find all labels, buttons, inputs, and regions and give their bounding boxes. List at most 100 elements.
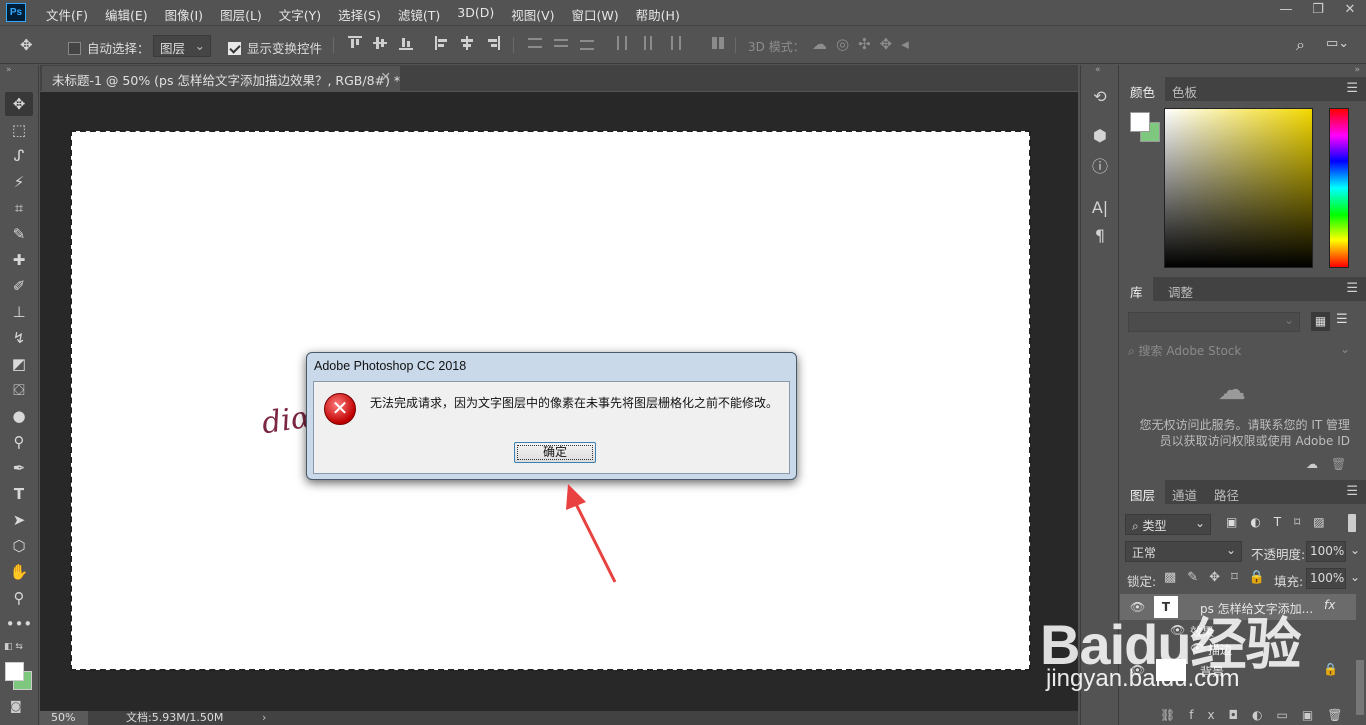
layer-footer-icons[interactable]: ⛓fx◘◐▭▣🗑 (1160, 708, 1356, 722)
menu-window[interactable]: 窗口(W) (572, 5, 619, 24)
blur-tool-icon[interactable]: ● (5, 404, 33, 428)
quick-mask-icon[interactable]: ◙ (10, 699, 22, 713)
ok-button[interactable]: 确定 (514, 442, 596, 463)
menu-file[interactable]: 文件(F) (46, 5, 88, 24)
tab-adjustments[interactable]: 调整 (1158, 277, 1203, 301)
history-panel-icon[interactable]: ⟲ (1090, 87, 1110, 107)
more-tools-icon[interactable]: ••• (5, 612, 33, 636)
character-panel-icon[interactable]: A| (1090, 198, 1110, 218)
panel-menu-icon[interactable]: ☰ (1346, 484, 1358, 499)
tab-layers[interactable]: 图层 (1120, 480, 1166, 504)
tab-libraries[interactable]: 库 (1120, 277, 1153, 301)
color-picker-field[interactable] (1164, 108, 1313, 268)
scrollbar[interactable] (1356, 660, 1364, 715)
healing-brush-tool-icon[interactable]: ✚ (5, 248, 33, 272)
fx-badge[interactable]: fx (1324, 598, 1335, 612)
menu-select[interactable]: 选择(S) (338, 5, 381, 24)
3d-panel-icon[interactable]: ⬢ (1090, 126, 1110, 146)
distribute-bottom-icon[interactable] (580, 36, 594, 50)
tab-channels[interactable]: 通道 (1162, 480, 1207, 504)
align-hcenter-icon[interactable] (460, 36, 474, 50)
crop-tool-icon[interactable]: ⌗ (5, 196, 33, 220)
auto-select-checkbox[interactable]: 自动选择： (68, 38, 150, 57)
document-tab[interactable]: 未标题-1 @ 50% (ps 怎样给文字添加描边效果？, RGB/8#) * … (42, 66, 400, 91)
hand-tool-icon[interactable]: ✋ (5, 560, 33, 584)
pen-tool-icon[interactable]: ✒ (5, 456, 33, 480)
menu-type[interactable]: 文字(Y) (279, 5, 321, 24)
dodge-tool-icon[interactable]: ⚲ (5, 430, 33, 454)
menu-layer[interactable]: 图层(L) (220, 5, 262, 24)
magic-wand-tool-icon[interactable]: ⚡ (5, 170, 33, 194)
paragraph-panel-icon[interactable]: ¶ (1090, 226, 1110, 246)
zoom-field[interactable]: 50% (40, 711, 88, 725)
show-transform-checkbox[interactable]: 显示变换控件 (228, 38, 322, 57)
trash-icon[interactable]: 🗑 (1331, 457, 1346, 471)
restore-button[interactable]: ❐ (1302, 0, 1334, 22)
align-left-icon[interactable] (435, 36, 449, 50)
distribute-hcenter-icon[interactable] (641, 36, 655, 50)
minimize-button[interactable]: — (1270, 0, 1302, 22)
move-tool-preset-icon[interactable]: ✥ (20, 36, 33, 54)
eyedropper-tool-icon[interactable]: ✎ (5, 222, 33, 246)
distribute-vcenter-icon[interactable] (554, 36, 568, 50)
zoom-tool-icon[interactable]: ⚲ (5, 586, 33, 610)
menu-filter[interactable]: 滤镜(T) (398, 5, 440, 24)
distribute-top-icon[interactable] (528, 36, 542, 50)
align-vcenter-icon[interactable] (373, 36, 387, 50)
align-bottom-icon[interactable] (399, 36, 413, 50)
library-dropdown[interactable]: ⌄ (1128, 312, 1300, 332)
history-brush-tool-icon[interactable]: ↯ (5, 326, 33, 350)
auto-select-target-dropdown[interactable]: 图层 ⌄ (153, 35, 211, 57)
menu-image[interactable]: 图像(I) (165, 5, 203, 24)
foreground-color-swatch[interactable] (5, 662, 24, 681)
filter-toggle[interactable] (1348, 514, 1356, 532)
panel-menu-icon[interactable]: ☰ (1346, 81, 1358, 96)
eraser-tool-icon[interactable]: ◩ (5, 352, 33, 376)
tab-swatches[interactable]: 色板 (1162, 77, 1207, 101)
hue-slider[interactable] (1329, 108, 1349, 268)
default-colors-icon[interactable]: ◧ ⇆ (4, 642, 23, 652)
distribute-left-icon[interactable] (615, 36, 629, 50)
menu-view[interactable]: 视图(V) (511, 5, 554, 24)
lock-icons[interactable]: ▩✎✥⌑🔒 (1164, 570, 1276, 585)
blend-mode-dropdown[interactable]: 正常 ⌄ (1125, 541, 1242, 562)
info-panel-icon[interactable]: ⓘ (1090, 157, 1110, 177)
opacity-input[interactable]: 100% (1306, 541, 1346, 562)
path-selection-tool-icon[interactable]: ➤ (5, 508, 33, 532)
collapse-icon[interactable]: » (6, 65, 12, 75)
layer-filter-dropdown[interactable]: ⌕ 类型 ⌄ (1125, 514, 1211, 535)
fill-input[interactable]: 100% (1306, 568, 1346, 589)
align-top-icon[interactable] (348, 36, 362, 50)
move-tool-icon[interactable]: ✥ (5, 92, 33, 116)
tab-paths[interactable]: 路径 (1204, 480, 1249, 504)
paint-bucket-tool-icon[interactable]: ⛋ (5, 378, 33, 402)
chevron-down-icon[interactable]: ⌄ (1350, 570, 1360, 584)
auto-align-icon[interactable] (711, 36, 725, 50)
tab-color[interactable]: 颜色 (1120, 77, 1166, 101)
menu-edit[interactable]: 编辑(E) (105, 5, 148, 24)
cloud-sync-icon[interactable]: ☁ (1306, 457, 1318, 471)
collapse-icon[interactable]: » (1354, 65, 1360, 75)
foreground-color-swatch[interactable] (1130, 112, 1150, 132)
shape-tool-icon[interactable]: ⬡ (5, 534, 33, 558)
collapse-icon[interactable]: « (1095, 65, 1101, 75)
stock-search-input[interactable]: ⌕ 搜索 Adobe Stock ⌄ (1128, 342, 1360, 359)
chevron-right-icon[interactable]: › (262, 711, 266, 725)
distribute-right-icon[interactable] (667, 36, 681, 50)
grid-view-icon[interactable]: ▦ (1311, 312, 1330, 331)
brush-tool-icon[interactable]: ✐ (5, 274, 33, 298)
panel-menu-icon[interactable]: ☰ (1346, 281, 1358, 296)
workspace-icon[interactable]: ▭⌄ (1326, 36, 1349, 51)
chevron-down-icon[interactable]: ⌄ (1350, 543, 1360, 557)
search-icon[interactable]: ⌕ (1296, 35, 1305, 55)
menu-3d[interactable]: 3D(D) (457, 5, 494, 24)
menu-help[interactable]: 帮助(H) (636, 5, 680, 24)
marquee-tool-icon[interactable]: ⬚ (5, 118, 33, 142)
close-button[interactable]: ✕ (1334, 0, 1366, 22)
3d-mode-icons[interactable]: ☁◎✣✥◂ (812, 35, 918, 53)
close-icon[interactable]: ✕ (381, 69, 391, 84)
stamp-tool-icon[interactable]: ⊥ (5, 300, 33, 324)
layer-filter-icons[interactable]: ▣◐T⌑▨ (1226, 515, 1338, 529)
list-view-icon[interactable]: ☰ (1336, 312, 1348, 327)
type-tool-icon[interactable]: T (5, 482, 33, 506)
